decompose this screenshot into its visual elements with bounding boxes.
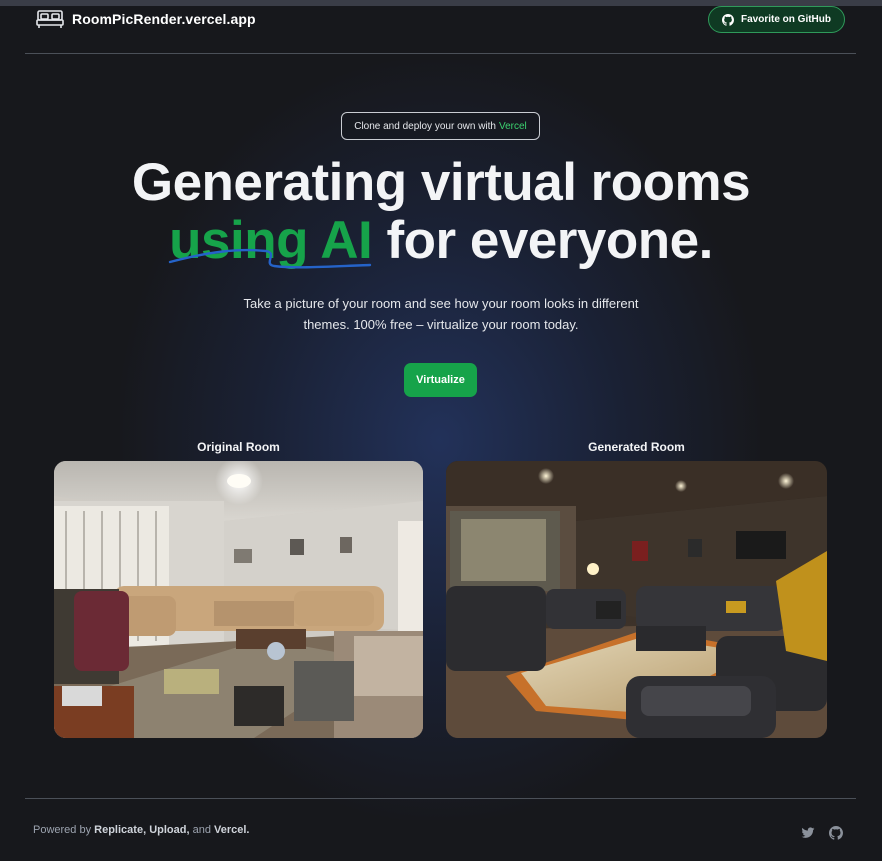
hero-title-rest: for everyone. [372, 211, 713, 270]
replicate-link[interactable]: Replicate, [94, 824, 146, 836]
vercel-footer-link[interactable]: Vercel. [214, 824, 249, 836]
twitter-icon[interactable] [801, 826, 815, 840]
original-room-caption: Original Room [197, 440, 280, 454]
vercel-link[interactable]: Vercel [499, 121, 527, 132]
underline-squiggle [168, 248, 372, 269]
hero-title: Generating virtual rooms using AI for ev… [0, 154, 882, 270]
clone-deploy-link[interactable]: Clone and deploy your own with Vercel [341, 112, 540, 140]
powered-and: and [192, 824, 211, 836]
site-header: RoomPicRender.vercel.app Favorite on Git… [25, 6, 856, 54]
upload-link[interactable]: Upload, [149, 824, 189, 836]
hero-subtitle: Take a picture of your room and see how … [0, 293, 882, 335]
generated-room-caption: Generated Room [588, 440, 685, 454]
github-footer-icon[interactable] [829, 826, 843, 840]
social-links [801, 826, 843, 840]
virtualize-button[interactable]: Virtualize [404, 363, 477, 397]
site-footer: Powered by Replicate, Upload, and Vercel… [25, 798, 856, 861]
bed-icon [36, 10, 64, 28]
github-button-label: Favorite on GitHub [741, 14, 831, 25]
clone-prefix: Clone and deploy your own with [354, 120, 496, 132]
github-favorite-button[interactable]: Favorite on GitHub [708, 6, 845, 33]
subtitle-line1: Take a picture of your room and see how … [243, 296, 639, 311]
github-icon [722, 13, 734, 26]
app-name: RoomPicRender.vercel.app [72, 11, 256, 27]
subtitle-line2: themes. 100% free – virtualize your room… [303, 317, 579, 332]
hero-title-line1: Generating virtual rooms [131, 153, 751, 212]
generated-room-image [446, 461, 827, 738]
logo-link[interactable]: RoomPicRender.vercel.app [36, 8, 256, 30]
powered-prefix: Powered by [33, 824, 92, 836]
original-room-image [54, 461, 423, 738]
powered-by-text: Powered by Replicate, Upload, and Vercel… [33, 824, 250, 836]
